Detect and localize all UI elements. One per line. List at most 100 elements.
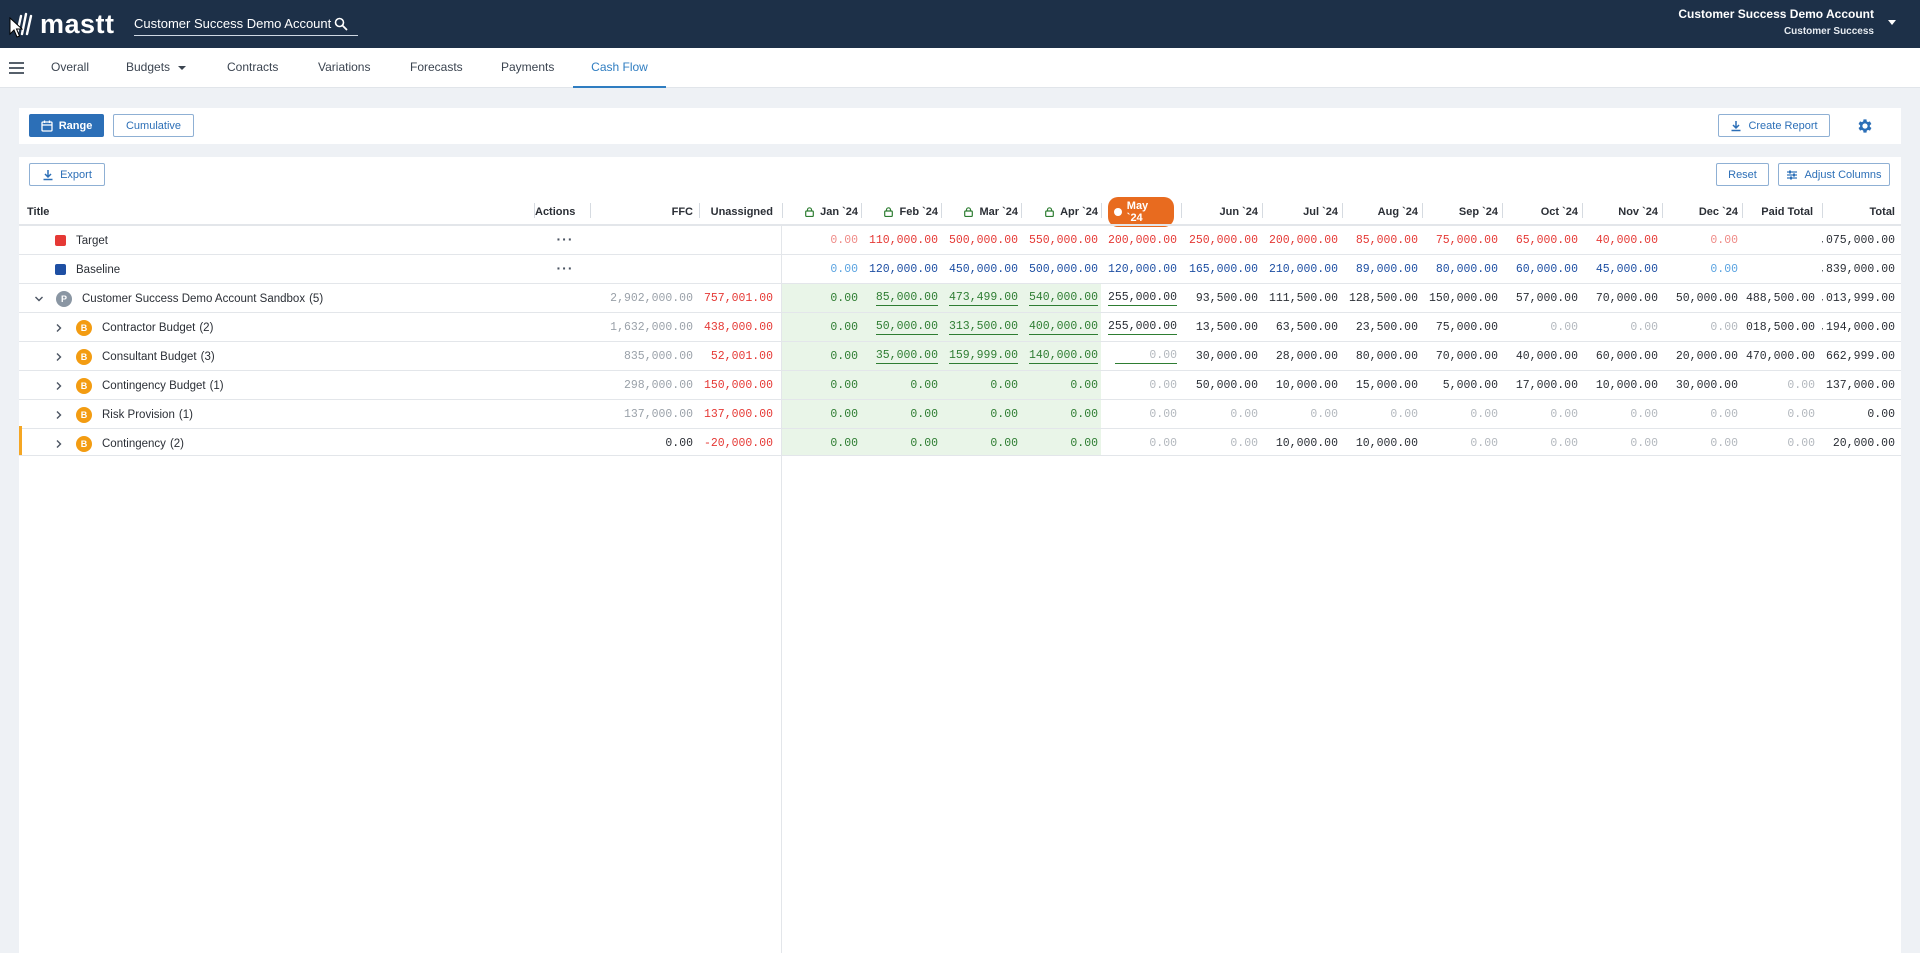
month-value[interactable]: 35,000.00 [865,342,938,371]
month-value[interactable]: 0.00 [865,371,938,400]
lock-icon [964,207,974,217]
month-value[interactable]: 0.00 [865,429,938,458]
tab-payments[interactable]: Payments [501,48,554,88]
month-value[interactable]: 0.00 [785,342,858,371]
col-header-month[interactable]: Nov `24 [1587,200,1658,224]
col-header-month[interactable]: Apr `24 [1025,200,1098,224]
month-value[interactable]: 0.00 [1025,371,1098,400]
month-value[interactable]: 0.00 [785,371,858,400]
tab-overall[interactable]: Overall [51,48,89,88]
row-title[interactable]: Customer Success Demo Account Sandbox [82,293,305,305]
budget-badge: B [76,435,92,452]
export-button[interactable]: Export [29,163,105,186]
month-value-text: 0.00 [1630,321,1658,334]
tab-cash-flow[interactable]: Cash Flow [573,48,666,88]
paid-total-value [1743,226,1815,255]
row-title[interactable]: Consultant Budget [102,351,197,363]
col-header-total-label: Total [1869,206,1895,218]
month-value[interactable]: 0.00 [1025,429,1098,458]
mastt-logo[interactable]: mastt [14,8,115,40]
col-header-actions-label: Actions [535,206,576,218]
col-header-month[interactable]: Feb `24 [865,200,938,224]
col-header-month[interactable]: Jul `24 [1267,200,1338,224]
month-value[interactable]: 0.00 [785,313,858,342]
month-value[interactable]: 0.00 [1025,400,1098,429]
tab-forecasts[interactable]: Forecasts [410,48,463,88]
col-header-current-month[interactable]: May `24 [1108,197,1174,227]
month-value[interactable]: 0.00 [865,400,938,429]
adjust-columns-label: Adjust Columns [1804,168,1882,181]
col-header-month[interactable]: Sep `24 [1427,200,1498,224]
month-value[interactable]: 255,000.00 [1107,313,1177,342]
row-title[interactable]: Contingency [102,438,166,450]
month-value[interactable]: 0.00 [945,429,1018,458]
month-value[interactable]: 473,499.00 [945,284,1018,313]
row-title[interactable]: Baseline [76,264,120,276]
month-value[interactable]: 0.00 [945,371,1018,400]
month-value[interactable]: 0.00 [1107,342,1177,371]
col-header-month[interactable]: Mar `24 [945,200,1018,224]
month-value: 10,000.00 [1267,371,1338,400]
tab-contracts[interactable]: Contracts [227,48,278,88]
reset-button[interactable]: Reset [1716,163,1769,186]
row-title[interactable]: Contractor Budget [102,322,195,334]
month-value[interactable]: 0.00 [1107,371,1177,400]
col-header-month[interactable]: Jan `24 [785,200,858,224]
month-value[interactable]: 0.00 [785,284,858,313]
settings-gear-icon[interactable] [1856,117,1874,135]
month-value[interactable]: 313,500.00 [945,313,1018,342]
month-value[interactable]: 50,000.00 [865,313,938,342]
chevron-right-icon[interactable] [54,381,64,391]
create-report-button[interactable]: Create Report [1718,114,1830,137]
chevron-down-icon[interactable] [34,294,44,304]
month-value[interactable]: 0.00 [785,400,858,429]
chevron-right-icon[interactable] [54,352,64,362]
month-value[interactable]: 85,000.00 [865,284,938,313]
chevron-right-icon[interactable] [54,323,64,333]
caret-down-icon[interactable] [1888,20,1896,25]
account-search-input[interactable] [134,16,334,31]
adjust-columns-button[interactable]: Adjust Columns [1778,163,1890,186]
tab-label: Overall [51,60,90,74]
chevron-right-icon[interactable] [54,439,64,449]
col-header-month[interactable]: Jun `24 [1187,200,1258,224]
row-title[interactable]: Target [76,235,108,247]
month-value[interactable]: 0.00 [785,429,858,458]
month-value-text: 0.00 [1630,437,1658,450]
month-value[interactable]: 540,000.00 [1025,284,1098,313]
row-actions-menu[interactable]: ··· [555,253,575,282]
month-value[interactable]: 159,999.00 [945,342,1018,371]
month-value[interactable]: 400,000.00 [1025,313,1098,342]
col-header-month[interactable]: Aug `24 [1347,200,1418,224]
month-value: 60,000.00 [1587,342,1658,371]
month-value[interactable]: 140,000.00 [1025,342,1098,371]
user-menu[interactable]: Customer Success Demo Account Customer S… [1678,7,1874,37]
cumulative-button[interactable]: Cumulative [113,114,194,137]
row-title[interactable]: Contingency Budget [102,380,206,392]
month-value-text: 0.00 [1550,437,1578,450]
range-button[interactable]: Range [29,114,104,137]
month-value-text: 70,000.00 [1595,292,1658,305]
col-header-total: Total [1825,200,1895,224]
month-value[interactable]: 255,000.00 [1107,284,1177,313]
tab-budgets[interactable]: Budgets [126,48,187,88]
month-value: 0.00 [1587,313,1658,342]
search-icon[interactable] [334,17,348,31]
row-title[interactable]: Risk Provision [102,409,175,421]
col-header-month[interactable]: Dec `24 [1667,200,1738,224]
month-value[interactable]: 0.00 [1107,429,1177,458]
month-value[interactable]: 0.00 [945,400,1018,429]
month-value[interactable]: 0.00 [1107,400,1177,429]
month-value-text: 400,000.00 [1028,320,1098,335]
month-value-text: 85,000.00 [875,291,938,306]
chevron-right-icon[interactable] [54,410,64,420]
month-value: 0.00 [1667,255,1738,284]
menu-icon[interactable] [9,62,24,74]
account-search[interactable] [134,12,358,36]
tab-variations[interactable]: Variations [318,48,370,88]
row-actions-menu[interactable]: ··· [555,224,575,253]
col-header-month[interactable]: Oct `24 [1507,200,1578,224]
month-value-text: 500,000.00 [948,234,1018,247]
unassigned-value: 150,000.00 [703,379,773,392]
total-value: 0.00 [1867,408,1895,421]
